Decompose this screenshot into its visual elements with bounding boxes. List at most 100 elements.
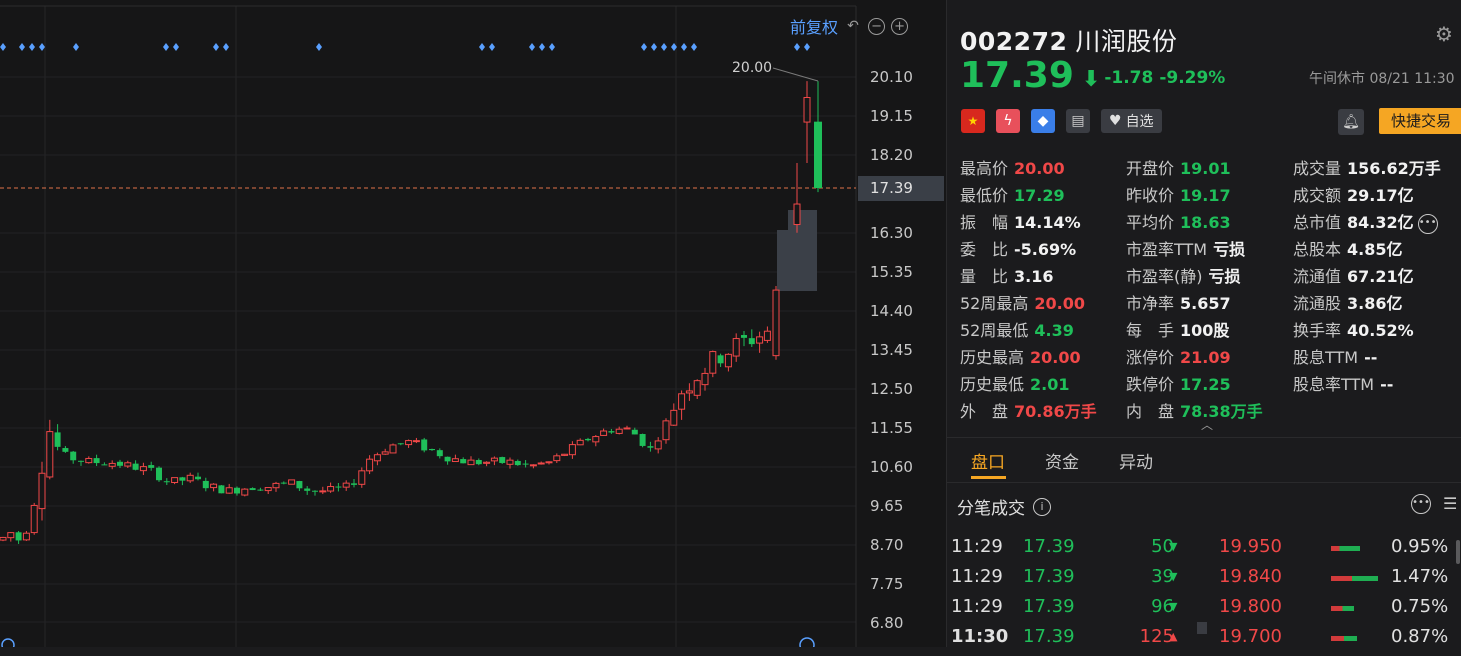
event-marker-icon <box>163 43 169 51</box>
current-price-tag: 17.39 <box>858 176 944 201</box>
candle-body <box>451 458 459 463</box>
stat-label: 内 盘 <box>1126 402 1175 421</box>
candle-body <box>195 476 201 480</box>
ratio-bar <box>1331 546 1360 551</box>
candle-body <box>763 330 771 341</box>
candle-body <box>600 430 608 436</box>
stat-label: 换手率 <box>1293 321 1342 340</box>
candle-body <box>381 451 389 455</box>
candle-body <box>312 490 318 492</box>
stat-row: 外 盘 70.86万手 <box>960 398 1097 425</box>
candle-body <box>685 390 693 394</box>
info-icon[interactable]: i <box>1033 497 1051 516</box>
stat-value: 21.09 <box>1180 348 1231 367</box>
stat-row: 成交量 156.62万手 <box>1293 155 1441 182</box>
stat-row: 委 比 -5.69% <box>960 236 1076 263</box>
tab-1[interactable]: 资金 <box>1045 448 1079 473</box>
candle-body <box>748 338 755 345</box>
stat-row: 振 幅 14.14% <box>960 209 1081 236</box>
price-change-pct: -9.29% <box>1159 68 1226 88</box>
down-arrow-icon: ▼ <box>1169 600 1178 613</box>
kline-chart-area[interactable]: 20.00 前复权 ↶ − + 17.39 20.10 19.15 18.20 16.… <box>0 0 946 647</box>
candle-body <box>30 504 38 534</box>
trade-volume: 50 <box>1151 536 1174 557</box>
stat-value: 78.38万手 <box>1180 402 1263 421</box>
candle-body <box>15 532 22 541</box>
zoom-in-icon[interactable]: + <box>891 17 909 35</box>
event-circle-icon <box>1 638 15 647</box>
event-marker-icon <box>173 43 179 51</box>
divider <box>947 437 1461 438</box>
candle-body <box>288 479 296 485</box>
more-icon[interactable]: ••• <box>1411 494 1431 514</box>
event-marker-icon <box>73 43 79 51</box>
candle-body <box>202 480 209 489</box>
candle-body <box>234 487 240 494</box>
more-stats-icon[interactable]: ••• <box>1417 213 1438 234</box>
market-status: 午间休市 08/21 11:30 <box>1309 71 1455 87</box>
event-marker-icon <box>794 43 800 51</box>
stat-label: 昨收价 <box>1126 186 1175 205</box>
candle-body <box>319 490 327 493</box>
level-pct: 1.47% <box>1391 566 1449 587</box>
stat-label: 流通值 <box>1293 267 1342 286</box>
candle-body <box>429 448 435 451</box>
event-marker-icon <box>223 43 229 51</box>
candle-body <box>186 474 194 482</box>
china-flag-icon[interactable]: ★ <box>961 109 985 133</box>
tag-icon[interactable]: ◆ <box>1031 109 1055 133</box>
stat-label: 量 比 <box>960 267 1009 286</box>
candle-body <box>366 458 374 472</box>
candle-body <box>483 461 491 464</box>
candle-body <box>639 434 646 446</box>
level-price: 19.840 <box>1219 566 1282 587</box>
add-watchlist-button[interactable]: ♥ 自选 <box>1101 109 1162 133</box>
candle-body <box>38 472 46 510</box>
lightning-icon[interactable]: ϟ <box>996 109 1020 133</box>
trade-price: 17.39 <box>1023 536 1075 557</box>
down-arrow-icon: ▼ <box>1169 570 1178 583</box>
undo-icon[interactable]: ↶ <box>844 17 862 35</box>
quick-trade-button[interactable]: 快捷交易 <box>1379 108 1461 134</box>
candle-body <box>78 460 84 462</box>
chart-toolbar: 前复权 ↶ − + <box>790 14 909 38</box>
candle-body <box>156 467 162 481</box>
candle-body <box>108 462 116 467</box>
adjust-mode-button[interactable]: 前复权 <box>790 14 838 38</box>
level-pct: 0.75% <box>1391 596 1449 617</box>
notes-icon[interactable]: ▤ <box>1066 109 1090 133</box>
gap-block <box>788 210 817 232</box>
gear-icon[interactable]: ⚙ <box>1435 22 1453 46</box>
event-marker-icon <box>529 43 535 51</box>
scroll-indicator[interactable] <box>1197 622 1207 634</box>
stat-label: 最高价 <box>960 159 1009 178</box>
candle-body <box>342 482 350 488</box>
stat-value: 17.25 <box>1180 375 1231 394</box>
trade-price: 17.39 <box>1023 566 1075 587</box>
scrollbar[interactable] <box>1456 540 1460 564</box>
price-axis-tick: 14.40 <box>870 302 913 320</box>
candlestick-chart[interactable]: 20.00 <box>0 0 946 647</box>
bell-icon[interactable]: 🔔︎ <box>1338 109 1364 135</box>
stat-label: 涨停价 <box>1126 348 1175 367</box>
list-settings-icon[interactable]: ☰ <box>1443 494 1457 513</box>
collapse-caret-icon[interactable]: ︿ <box>1201 416 1213 433</box>
stat-value: 84.32亿 <box>1347 213 1414 232</box>
candle-body <box>576 439 584 446</box>
zoom-out-icon[interactable]: − <box>868 17 886 35</box>
trade-time: 11:29 <box>951 596 1003 617</box>
price-change: -1.78 <box>1104 68 1154 88</box>
trades-header: 分笔成交 i <box>957 494 1051 519</box>
stat-label: 股息TTM <box>1293 348 1359 367</box>
stat-row: 总股本 4.85亿 <box>1293 236 1403 263</box>
tab-2[interactable]: 异动 <box>1119 448 1153 473</box>
ratio-bar <box>1331 636 1357 641</box>
tab-0[interactable]: 盘口 <box>971 448 1005 473</box>
price-axis-tick: 19.15 <box>870 107 913 125</box>
candle-body <box>701 372 709 386</box>
price-axis-tick: 15.35 <box>870 263 913 281</box>
event-marker-icon <box>661 43 667 51</box>
candle-body <box>7 532 15 539</box>
price-axis-tick: 9.65 <box>870 497 904 515</box>
candle-body <box>264 487 272 492</box>
